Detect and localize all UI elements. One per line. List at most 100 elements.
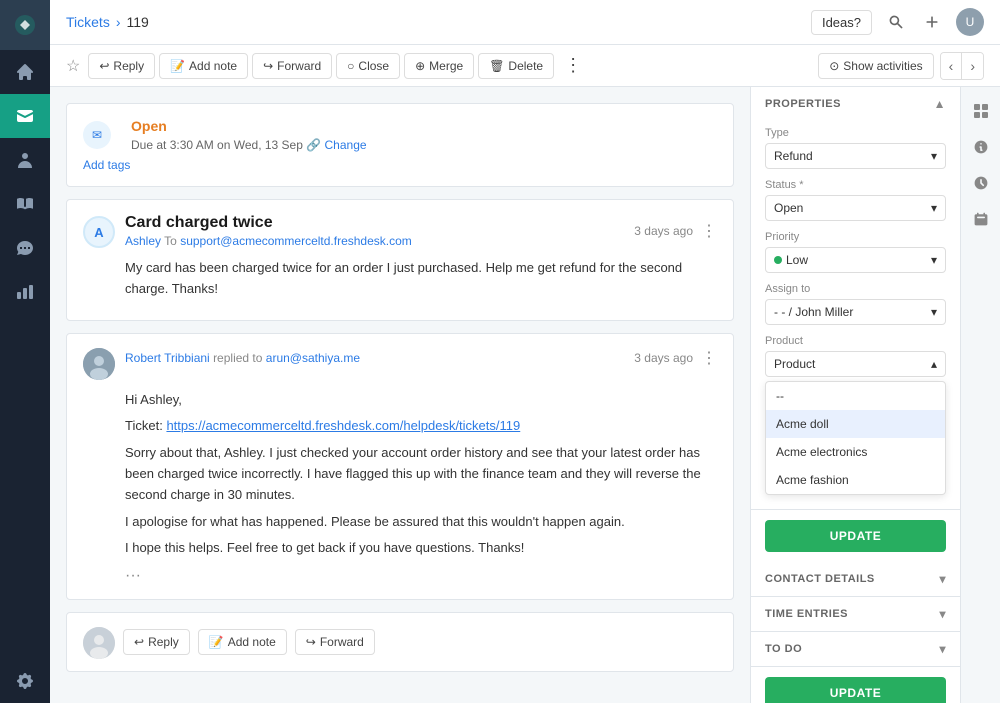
delete-icon: 🗑 <box>489 59 504 73</box>
change-link[interactable]: 🔗 Change <box>306 138 366 152</box>
ticket-status: Open <box>131 118 367 134</box>
ideas-button[interactable]: Ideas? <box>811 10 872 35</box>
time-entries-section: TIME ENTRIES ▾ <box>751 597 960 632</box>
properties-header: PROPERTIES ▲ <box>751 87 960 121</box>
status-icon: ✉ <box>83 121 111 149</box>
reply-to-email[interactable]: arun@sathiya.me <box>266 351 360 365</box>
message-more-2[interactable]: ⋮ <box>701 348 717 368</box>
merge-button[interactable]: ⊕ Merge <box>404 53 474 79</box>
product-dropdown-container: Product ▴ -- Acme doll Acme electronics … <box>765 351 946 495</box>
toolbar-right: ⊙ Show activities ‹ › <box>818 52 984 80</box>
toolbar: ☆ ↩ Reply 📝 Add note ↪ Forward ○ Close ⊕… <box>50 45 1000 87</box>
status-card: ✉ Open Due at 3:30 AM on Wed, 13 Sep 🔗 C… <box>66 103 734 187</box>
product-label: Product <box>765 335 946 347</box>
panel-calendar-icon[interactable] <box>965 203 997 235</box>
contact-details-chevron[interactable]: ▾ <box>939 572 946 586</box>
reply-user-avatar <box>83 627 115 659</box>
panel-grid-icon[interactable] <box>965 95 997 127</box>
nav-settings[interactable] <box>0 659 50 703</box>
priority-label: Priority <box>765 231 946 243</box>
left-navigation <box>0 0 50 703</box>
assign-select[interactable]: - - / John Miller ▾ <box>765 299 946 325</box>
status-label: Status * <box>765 179 946 191</box>
todo-section: TO DO ▾ <box>751 632 960 667</box>
nav-reports[interactable] <box>0 270 50 314</box>
navigation-arrows: ‹ › <box>940 52 984 80</box>
reply-bar-note-icon: 📝 <box>209 635 224 649</box>
ticket-link[interactable]: https://acmecommerceltd.freshdesk.com/he… <box>166 418 520 433</box>
update-button-2[interactable]: UPDATE <box>765 677 946 703</box>
assign-label: Assign to <box>765 283 946 295</box>
product-dropdown: -- Acme doll Acme electronics Acme fashi… <box>765 381 946 495</box>
message-body-2: Hi Ashley, Ticket: https://acmecommercel… <box>83 390 717 560</box>
breadcrumb-separator: › <box>116 14 121 30</box>
next-ticket-button[interactable]: › <box>961 53 983 79</box>
todo-chevron[interactable]: ▾ <box>939 642 946 656</box>
panel-clock-icon[interactable] <box>965 167 997 199</box>
close-icon: ○ <box>347 59 354 73</box>
delete-button[interactable]: 🗑 Delete <box>478 53 554 79</box>
product-option-acme-electronics[interactable]: Acme electronics <box>766 438 945 466</box>
assign-chevron-icon: ▾ <box>931 305 937 319</box>
panel-info-icon[interactable] <box>965 131 997 163</box>
time-entries-header: TIME ENTRIES ▾ <box>751 597 960 631</box>
nav-tickets[interactable] <box>0 94 50 138</box>
right-panel: PROPERTIES ▲ Type Refund ▾ Status * Open… <box>750 87 960 703</box>
product-chevron-icon: ▴ <box>931 357 937 371</box>
add-tags-link[interactable]: Add tags <box>83 158 717 172</box>
nav-chat[interactable] <box>0 226 50 270</box>
message-time-1: 3 days ago <box>634 224 693 238</box>
update-button-1[interactable]: UPDATE <box>765 520 946 552</box>
message-header-1: A Card charged twice Ashley To support@a… <box>83 214 717 248</box>
show-activities-button[interactable]: ⊙ Show activities <box>818 53 933 79</box>
activities-icon: ⊙ <box>829 59 839 73</box>
more-button[interactable]: ⋮ <box>558 53 588 78</box>
status-chevron-icon: ▾ <box>931 201 937 215</box>
forward-icon: ↪ <box>263 59 273 73</box>
reply-bar-reply-icon: ↩ <box>134 635 144 649</box>
nav-books[interactable] <box>0 182 50 226</box>
status-select[interactable]: Open ▾ <box>765 195 946 221</box>
recipient-email[interactable]: support@acmecommerceltd.freshdesk.com <box>180 234 412 248</box>
main-content: Tickets › 119 Ideas? U ☆ ↩ Reply 📝 Add n… <box>50 0 1000 703</box>
user-avatar[interactable]: U <box>956 8 984 36</box>
top-bar-right: Ideas? U <box>811 8 984 36</box>
priority-color-dot <box>774 256 782 264</box>
search-button[interactable] <box>884 10 908 34</box>
reply-bar-reply-button[interactable]: ↩ Reply <box>123 629 190 655</box>
nav-contacts[interactable] <box>0 138 50 182</box>
message-meta-2: Robert Tribbiani replied to arun@sathiya… <box>125 348 717 368</box>
merge-icon: ⊕ <box>415 59 425 73</box>
content-area: ✉ Open Due at 3:30 AM on Wed, 13 Sep 🔗 C… <box>50 87 1000 703</box>
product-option-acme-fashion[interactable]: Acme fashion <box>766 466 945 494</box>
add-note-button[interactable]: 📝 Add note <box>159 53 248 79</box>
priority-select[interactable]: Low ▾ <box>765 247 946 273</box>
star-button[interactable]: ☆ <box>66 56 80 76</box>
breadcrumb-tickets-link[interactable]: Tickets <box>66 14 110 30</box>
product-option-acme-doll[interactable]: Acme doll <box>766 410 945 438</box>
message-sender-2: Robert Tribbiani replied to arun@sathiya… <box>125 351 634 365</box>
add-button[interactable] <box>920 10 944 34</box>
reply-bar-note-button[interactable]: 📝 Add note <box>198 629 287 655</box>
message-dots[interactable]: ··· <box>83 567 717 585</box>
top-bar: Tickets › 119 Ideas? U <box>50 0 1000 45</box>
contact-details-section: CONTACT DETAILS ▾ <box>751 562 960 597</box>
product-option-empty[interactable]: -- <box>766 382 945 410</box>
message-body-1: My card has been charged twice for an or… <box>83 258 717 300</box>
far-right-panel <box>960 87 1000 703</box>
type-select[interactable]: Refund ▾ <box>765 143 946 169</box>
ticket-area: ✉ Open Due at 3:30 AM on Wed, 13 Sep 🔗 C… <box>50 87 750 703</box>
prev-ticket-button[interactable]: ‹ <box>941 53 962 79</box>
reply-bar-forward-button[interactable]: ↪ Forward <box>295 629 375 655</box>
reply-button[interactable]: ↩ Reply <box>88 53 155 79</box>
properties-chevron[interactable]: ▲ <box>934 97 946 111</box>
close-button[interactable]: ○ Close <box>336 53 400 79</box>
message-time-2: 3 days ago <box>634 351 693 365</box>
forward-button[interactable]: ↪ Forward <box>252 53 332 79</box>
time-entries-chevron[interactable]: ▾ <box>939 607 946 621</box>
note-icon: 📝 <box>170 59 185 73</box>
app-logo[interactable] <box>0 0 50 50</box>
product-select[interactable]: Product ▴ <box>765 351 946 377</box>
nav-home[interactable] <box>0 50 50 94</box>
message-more-1[interactable]: ⋮ <box>701 221 717 241</box>
